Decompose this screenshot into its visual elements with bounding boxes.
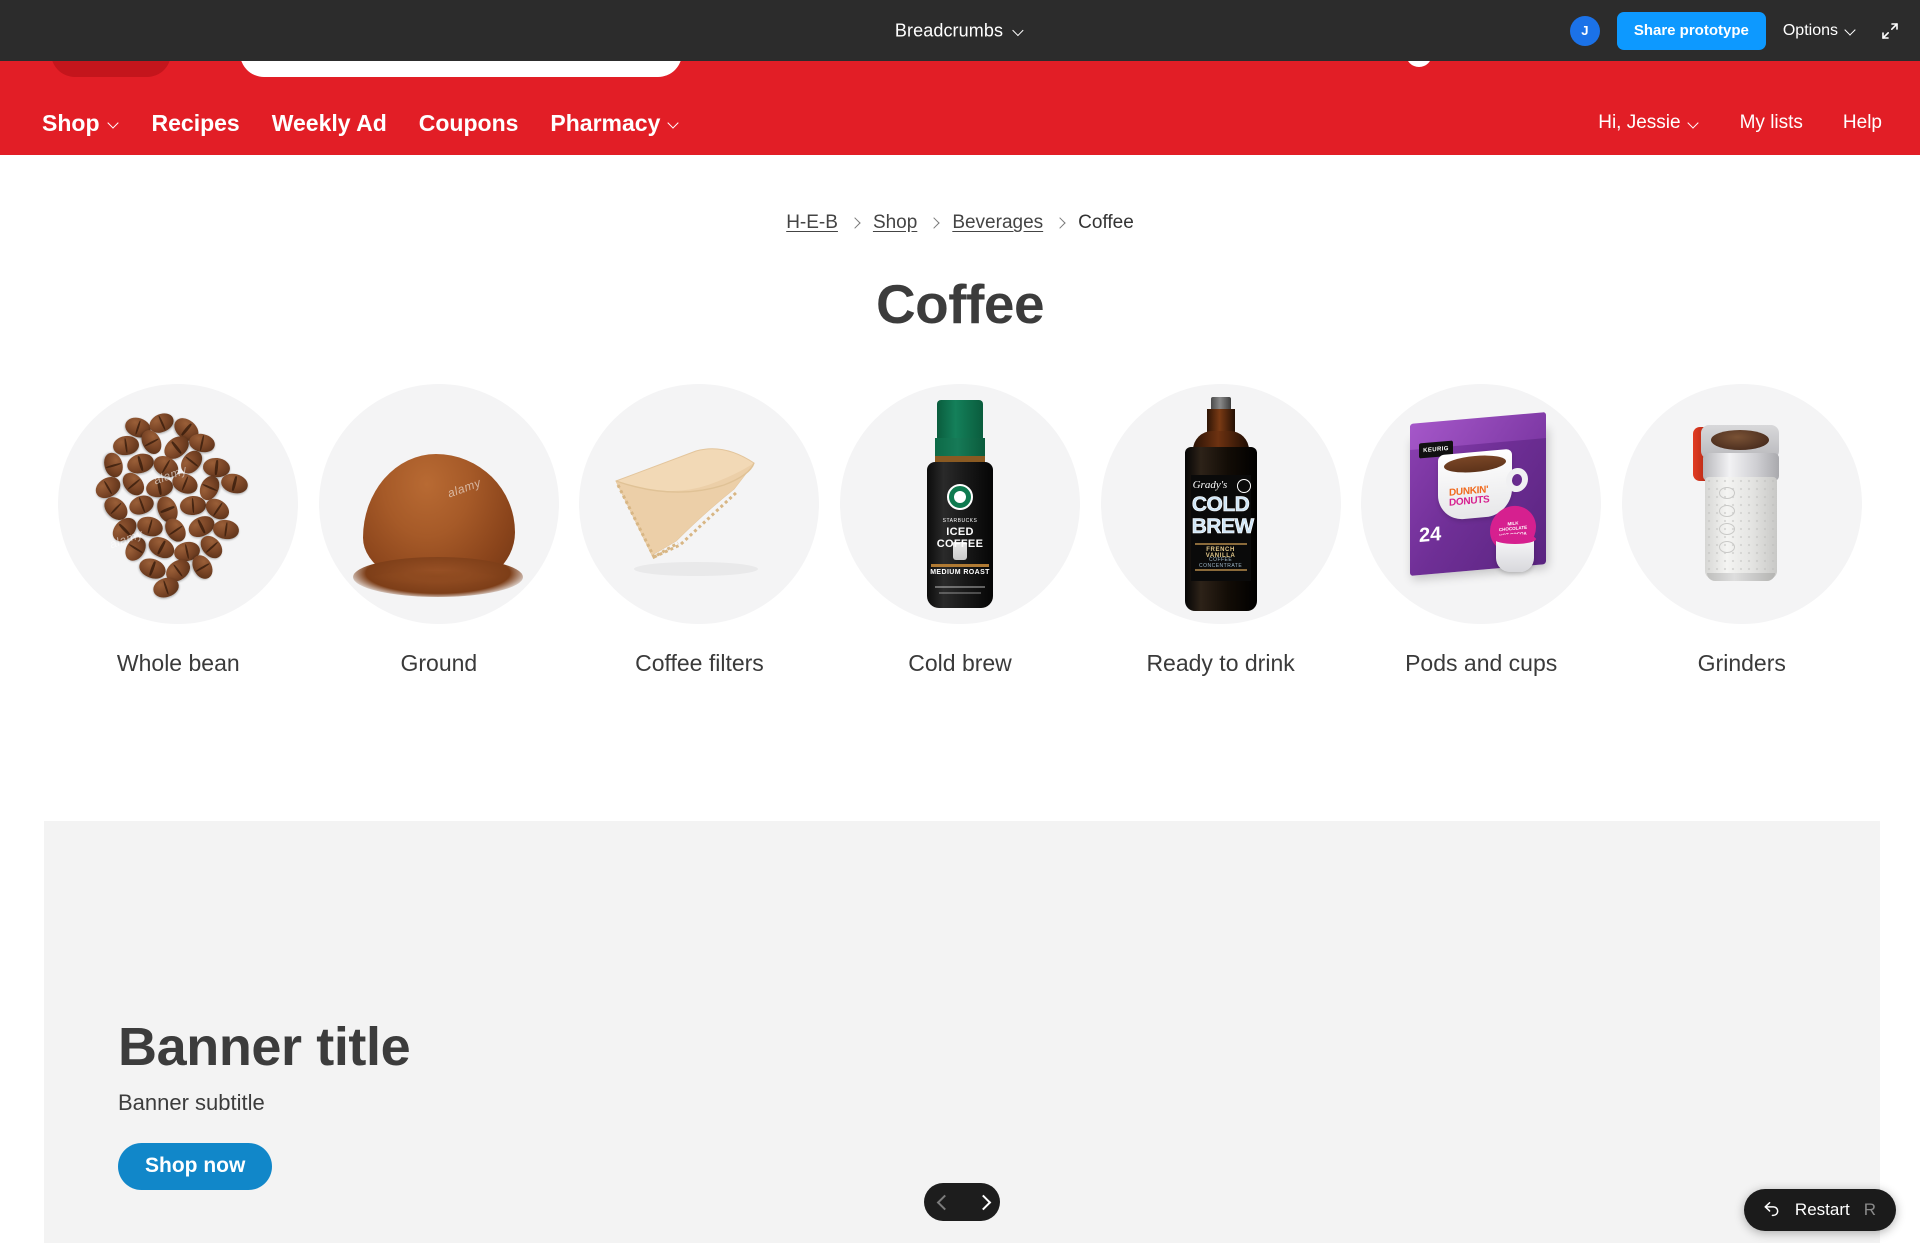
category-label: Ready to drink (1146, 650, 1295, 676)
coffee-grinder-image (1621, 384, 1862, 624)
starbucks-roast-text: MEDIUM ROAST (930, 569, 990, 576)
ground-coffee-image: alamy (318, 384, 559, 624)
share-prototype-button[interactable]: Share prototype (1616, 11, 1766, 50)
starbucks-brand-text: STARBUCKS (942, 518, 978, 524)
starbucks-bottle-image: STARBUCKS ICED COFFEE MEDIUM ROAST (840, 384, 1081, 624)
shop-now-button[interactable]: Shop now (118, 1142, 273, 1190)
nav-label: Help (1842, 112, 1882, 133)
prototype-title-dropdown[interactable]: Breadcrumbs (895, 20, 1025, 41)
restart-label: Restart (1794, 1200, 1850, 1219)
breadcrumb-item-coffee: Coffee (1078, 212, 1134, 233)
chevron-right-icon (1056, 216, 1065, 230)
chevron-right-icon (851, 216, 860, 230)
chevron-left-icon (937, 1196, 949, 1208)
nav-label: Pharmacy (550, 109, 661, 136)
nav-label: My lists (1739, 112, 1803, 133)
prototype-title: Breadcrumbs (894, 20, 1004, 40)
category-tile-whole-bean[interactable]: alamy alamy Whole bean (48, 384, 309, 677)
breadcrumb-item-beverages[interactable]: Beverages (952, 212, 1043, 234)
gradys-line2-text: BREW (1191, 515, 1254, 538)
store-picker-button[interactable] (51, 61, 171, 77)
banner-title: Banner title (118, 1017, 411, 1077)
undo-arrow-icon (1762, 1198, 1781, 1222)
nav-primary-links: Shop Recipes Weekly Ad Coupons Pharmacy (42, 110, 680, 137)
options-button[interactable]: Options (1783, 22, 1857, 40)
chevron-down-icon (669, 118, 680, 129)
page-content: H-E-B Shop Beverages Coffee Coffee alamy… (0, 155, 1920, 1243)
category-tile-ready-to-drink[interactable]: Grady's COLD BREW FRENCH VANILLA COFFEE … (1090, 384, 1351, 677)
carousel-prev-button[interactable] (926, 1185, 960, 1219)
category-label: Ground (400, 650, 478, 676)
category-label: Coffee filters (635, 650, 764, 676)
nav-item-pharmacy[interactable]: Pharmacy (550, 110, 680, 137)
category-label: Whole bean (116, 650, 240, 676)
page-title: Coffee (875, 273, 1045, 335)
nav-label: Weekly Ad (271, 109, 387, 136)
nav-secondary-links: Hi, Jessie My lists Help (1598, 112, 1882, 134)
category-tile-coffee-filters[interactable]: Coffee filters (569, 384, 830, 677)
promo-banner: Banner title Banner subtitle Shop now (44, 821, 1880, 1243)
breadcrumb: H-E-B Shop Beverages Coffee (0, 212, 1920, 234)
banner-content: Banner title Banner subtitle Shop now (118, 1017, 411, 1190)
category-tile-pods-and-cups[interactable]: KEURIG DUNKIN' DONUTS MILK CHOCOLATE HOT… (1351, 384, 1612, 677)
breadcrumb-item-heb[interactable]: H-E-B (786, 212, 838, 234)
restart-button[interactable]: Restart R (1743, 1189, 1896, 1231)
gradys-desc-text: COFFEE CONCENTRATE (1199, 557, 1243, 569)
chevron-right-icon (930, 216, 939, 230)
category-tiles: alamy alamy Whole bean alamy Ground Coff… (0, 384, 1920, 677)
nav-item-account[interactable]: Hi, Jessie (1598, 112, 1699, 134)
chevron-down-icon (1846, 25, 1857, 36)
nav-item-shop[interactable]: Shop (42, 110, 120, 137)
cart-icon[interactable] (1406, 61, 1432, 67)
nav-item-weekly-ad[interactable]: Weekly Ad (272, 110, 387, 137)
site-utility-header-clipped (0, 61, 1920, 91)
nav-label: Shop (42, 109, 100, 136)
chevron-down-icon (1689, 118, 1700, 129)
expand-icon[interactable] (1878, 19, 1902, 43)
chevron-down-icon (1014, 25, 1025, 36)
options-label: Options (1782, 21, 1838, 39)
restart-shortcut: R (1863, 1200, 1876, 1219)
prototype-toolbar: Breadcrumbs J Share prototype Options (0, 0, 1920, 61)
dunkin-count-text: 24 (1419, 523, 1442, 547)
breadcrumb-item-shop[interactable]: Shop (873, 212, 917, 234)
carousel-controls (924, 1183, 1000, 1221)
gradys-brand-text: Grady's (1192, 479, 1228, 491)
banner-subtitle: Banner subtitle (118, 1089, 265, 1115)
chevron-right-icon (976, 1196, 988, 1208)
carousel-next-button[interactable] (965, 1185, 999, 1219)
gradys-bottle-image: Grady's COLD BREW FRENCH VANILLA COFFEE … (1100, 384, 1341, 624)
nav-item-coupons[interactable]: Coupons (419, 110, 519, 137)
nav-item-help[interactable]: Help (1843, 112, 1882, 134)
coffee-filter-image (579, 384, 820, 624)
main-navigation: Shop Recipes Weekly Ad Coupons Pharmacy … (0, 91, 1920, 155)
prototype-toolbar-actions: J Share prototype Options (1569, 0, 1902, 61)
category-label: Cold brew (908, 650, 1012, 676)
nav-label: Recipes (151, 109, 240, 136)
nav-item-my-lists[interactable]: My lists (1740, 112, 1803, 134)
nav-label: Coupons (418, 109, 519, 136)
whole-bean-image: alamy alamy (58, 384, 299, 624)
category-label: Grinders (1697, 650, 1786, 676)
chevron-down-icon (109, 118, 120, 129)
category-tile-grinders[interactable]: Grinders (1611, 384, 1872, 677)
avatar[interactable]: J (1569, 15, 1600, 46)
nav-label: Hi, Jessie (1598, 112, 1681, 133)
nav-item-recipes[interactable]: Recipes (152, 110, 240, 137)
dunkin-keurig-box-image: KEURIG DUNKIN' DONUTS MILK CHOCOLATE HOT… (1361, 384, 1602, 624)
search-input[interactable] (240, 61, 682, 77)
category-tile-cold-brew[interactable]: STARBUCKS ICED COFFEE MEDIUM ROAST Cold … (830, 384, 1091, 677)
gradys-line1-text: COLD (1191, 493, 1251, 516)
category-tile-ground[interactable]: alamy Ground (309, 384, 570, 677)
category-label: Pods and cups (1405, 650, 1558, 676)
coffee-filter-art (615, 448, 759, 576)
